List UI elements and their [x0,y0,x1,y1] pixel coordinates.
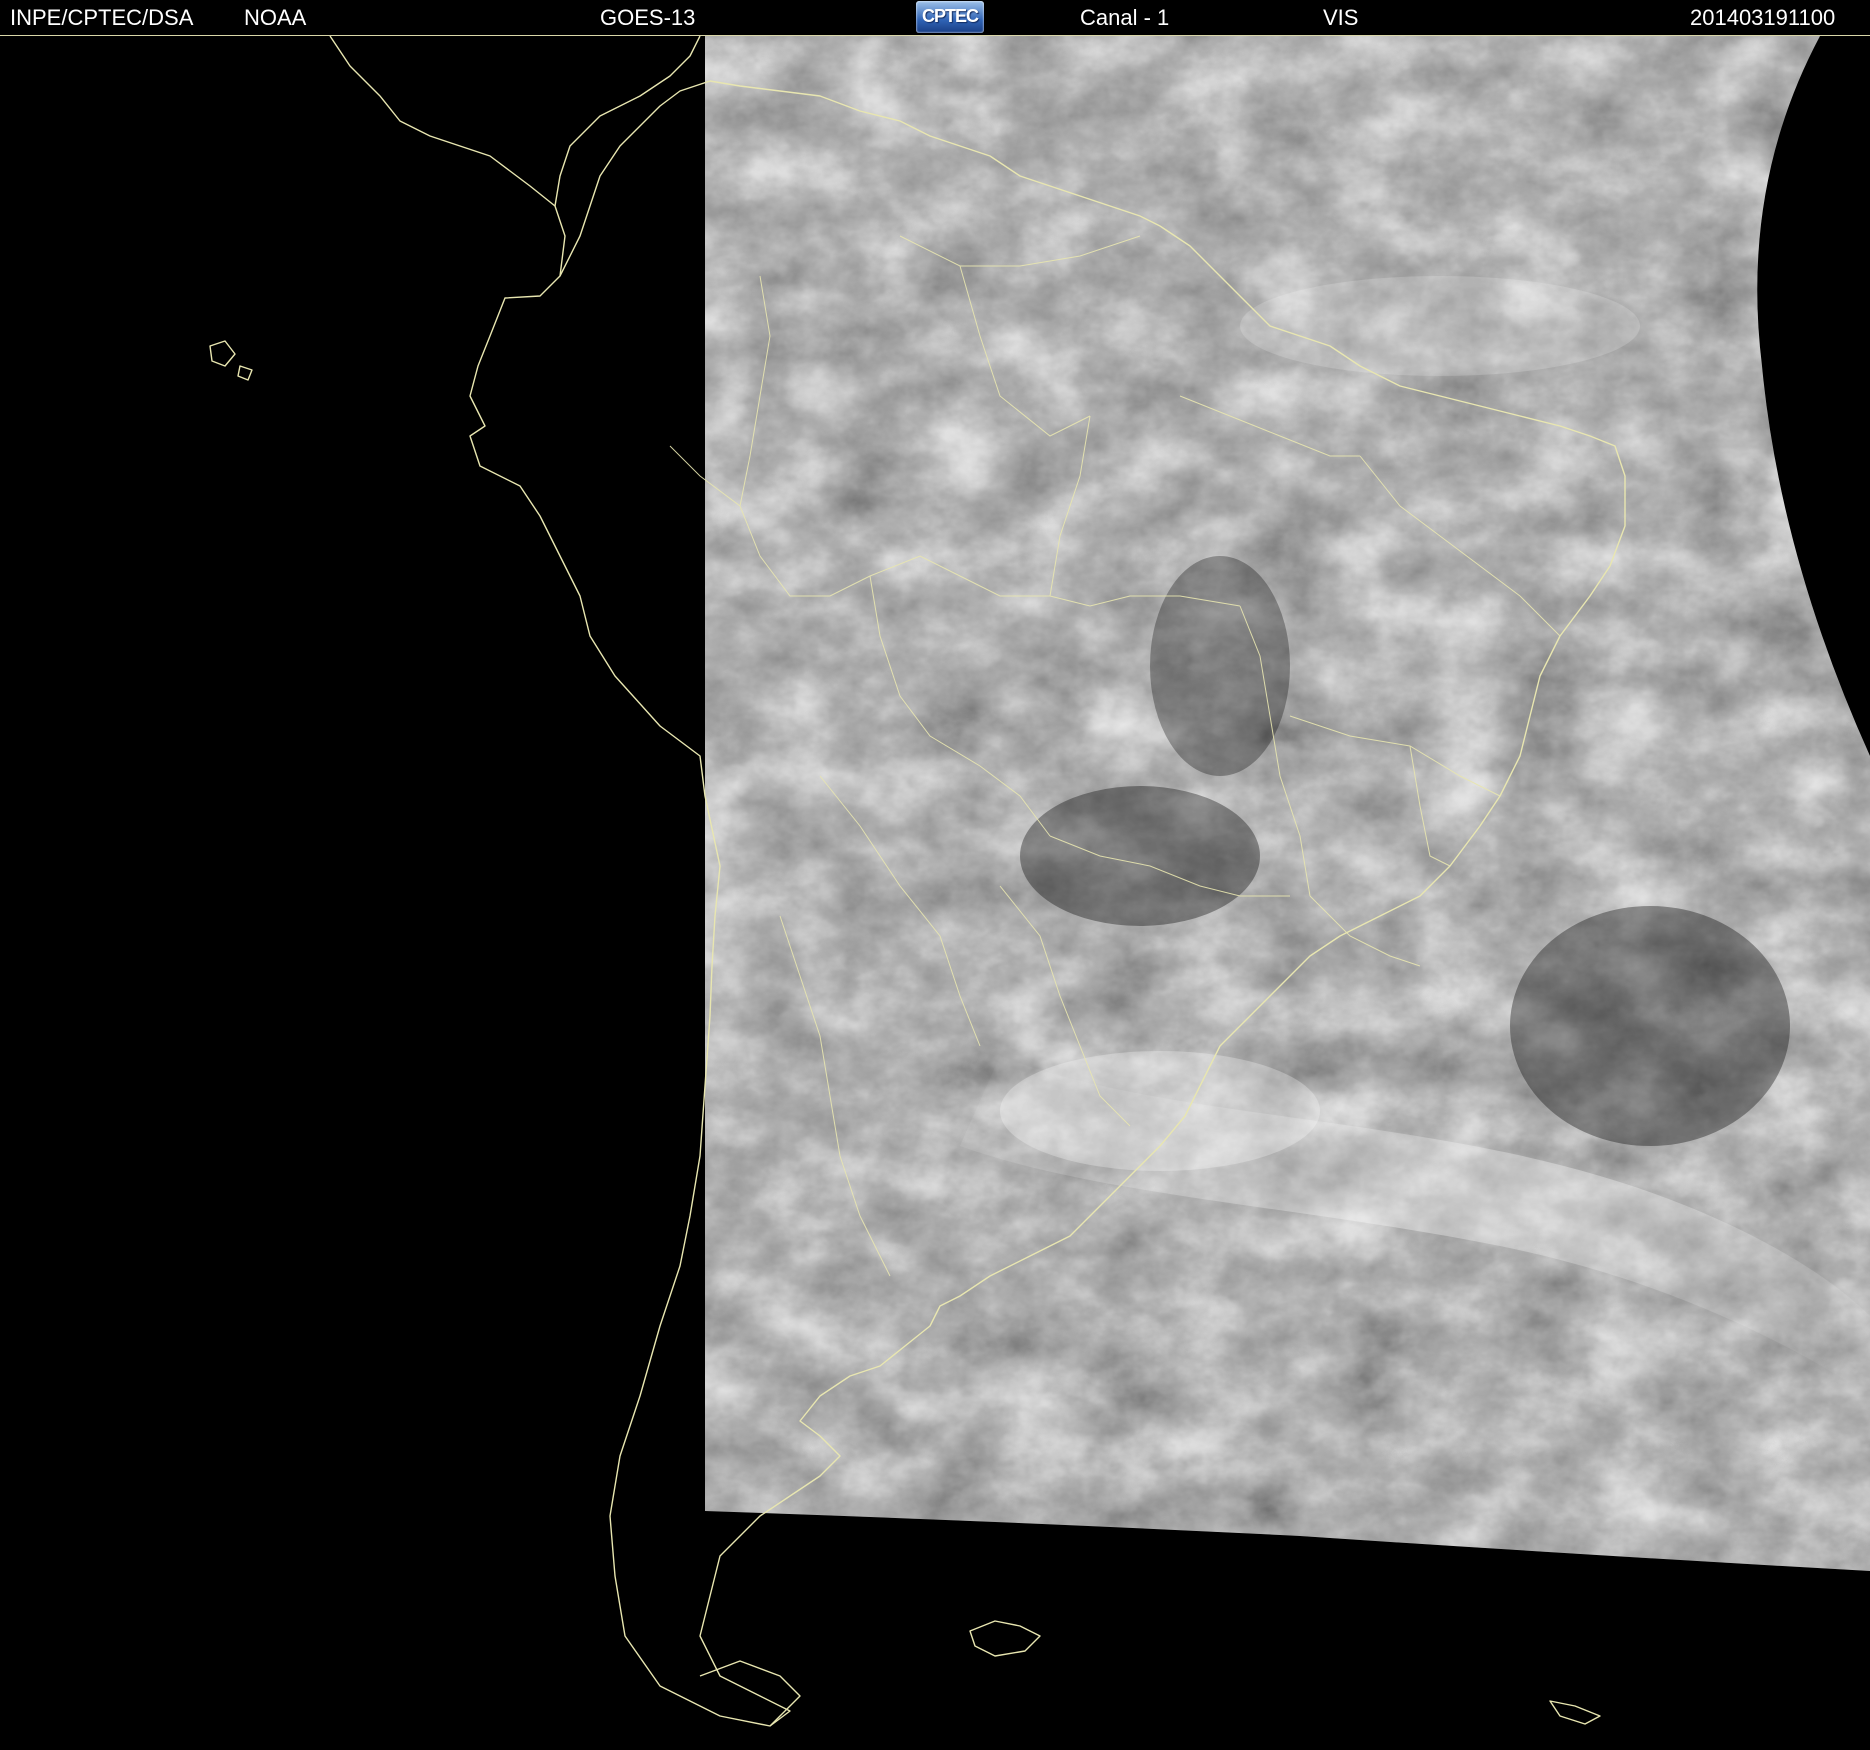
cptec-logo: CPTEC [916,1,984,33]
header-bar: INPE/CPTEC/DSA NOAA GOES-13 CPTEC Canal … [0,0,1870,36]
source-label: NOAA [244,5,307,30]
satellite-map [0,36,1870,1750]
bright-cloud-mass [1240,276,1640,376]
satellite-label: GOES-13 [600,5,696,30]
cptec-logo-text: CPTEC [921,6,979,26]
timestamp-label: 201403191100 [1690,5,1836,30]
satellite-image [0,36,1870,1750]
channel-label: Canal - 1 [1080,5,1170,30]
band-label: VIS [1323,5,1359,30]
clear-sky-zone [1150,556,1290,776]
clear-sky-zone [1510,906,1790,1146]
cloud-imagery [705,36,1870,1571]
agency-label: INPE/CPTEC/DSA [10,5,194,30]
bright-cloud-mass [1000,1051,1320,1171]
clear-sky-zone [1020,786,1260,926]
